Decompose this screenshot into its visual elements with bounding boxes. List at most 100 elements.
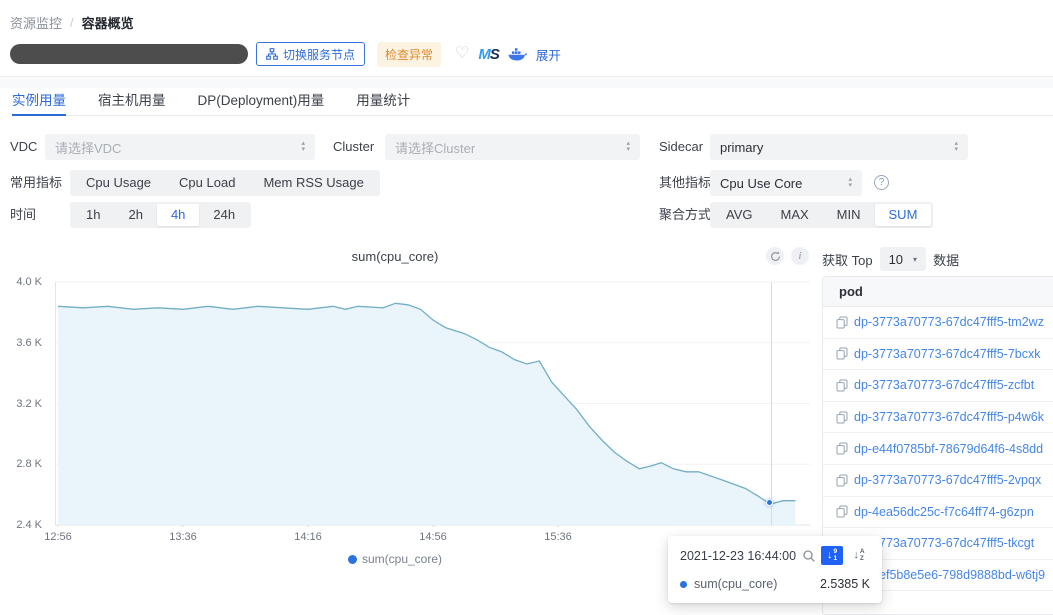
tooltip-series-value: 2.5385 K	[820, 577, 870, 591]
top-fetch-prefix: 获取 Top	[822, 250, 873, 269]
top-count-select[interactable]: 10 ▾	[880, 247, 926, 271]
cpu-core-area-chart[interactable]	[55, 276, 810, 527]
vdc-select[interactable]: 请选择VDC ▴▾	[45, 134, 315, 160]
common-metrics-group: Cpu Usage Cpu Load Mem RSS Usage	[70, 170, 380, 196]
sort-alphabetical-button[interactable]: ↓AZ	[848, 546, 870, 565]
service-name-redacted	[10, 44, 248, 64]
copy-icon[interactable]	[836, 347, 848, 360]
expand-link[interactable]: 展开	[536, 45, 561, 64]
pod-link[interactable]: dp-3773a70773-67dc47fff5-tm2wz	[854, 315, 1044, 329]
agg-min-button[interactable]: MIN	[823, 204, 875, 226]
docker-whale-icon[interactable]	[508, 47, 527, 61]
tab-usage-stats[interactable]: 用量统计	[356, 88, 410, 115]
switch-service-node-label: 切换服务节点	[283, 46, 355, 63]
table-row: dp-3773a70773-67dc47fff5-2vpqx	[823, 465, 1053, 497]
pod-link[interactable]: dp-3773a70773-67dc47fff5-2vpqx	[854, 473, 1041, 487]
stepper-icon: ▴▾	[626, 141, 630, 153]
chart-crosshair-line	[771, 282, 772, 525]
copy-icon[interactable]	[836, 316, 848, 329]
table-row: dp-3773a70773-67dc47fff5-p4w6k	[823, 402, 1053, 434]
refresh-icon[interactable]	[766, 247, 784, 265]
sitemap-icon	[266, 48, 278, 60]
cluster-label: Cluster	[333, 134, 374, 160]
copy-icon[interactable]	[836, 442, 848, 455]
sidecar-select[interactable]: primary ▴▾	[710, 134, 968, 160]
copy-icon[interactable]	[836, 474, 848, 487]
tab-instance-usage[interactable]: 实例用量	[12, 88, 66, 115]
section-divider	[0, 76, 1053, 88]
cluster-select[interactable]: 请选择Cluster ▴▾	[385, 134, 640, 160]
y-axis-tick: 4.0 K	[0, 276, 42, 288]
tab-deployment-usage[interactable]: DP(Deployment)用量	[198, 88, 325, 115]
other-metrics-label: 其他指标	[659, 170, 711, 196]
sort-by-value-button[interactable]: ↓91	[821, 546, 843, 565]
table-row: dp-e44f0785bf-78679d64f6-4s8dd	[823, 433, 1053, 465]
table-row: dp-3773a70773-67dc47fff5-tm2wz	[823, 307, 1053, 339]
pod-link[interactable]: dp-def5b8e5e6-798d9888bd-w6tj9	[854, 568, 1045, 582]
search-icon[interactable]	[802, 549, 816, 563]
info-icon[interactable]: i	[791, 247, 809, 265]
pod-link[interactable]: dp-e44f0785bf-78679d64f6-4s8dd	[854, 442, 1043, 456]
tooltip-series-name: sum(cpu_core)	[694, 577, 777, 591]
breadcrumb: 资源监控 / 容器概览	[10, 13, 134, 32]
ms-logo[interactable]: MS	[478, 46, 499, 63]
pod-link[interactable]: dp-3773a70773-67dc47fff5-zcfbt	[854, 378, 1034, 392]
metric-cpu-load-button[interactable]: Cpu Load	[165, 172, 249, 194]
legend-item-sum-cpu-core[interactable]: sum(cpu_core)	[348, 552, 442, 566]
copy-icon[interactable]	[836, 411, 848, 424]
series-dot	[680, 581, 687, 588]
heart-icon[interactable]: ♡	[455, 46, 469, 62]
time-range-label: 时间	[10, 202, 36, 228]
switch-service-node-button[interactable]: 切换服务节点	[256, 42, 365, 66]
breadcrumb-parent[interactable]: 资源监控	[10, 13, 62, 32]
help-icon[interactable]: ?	[874, 175, 889, 190]
x-axis-tick: 14:16	[286, 531, 330, 543]
time-1h-button[interactable]: 1h	[72, 204, 114, 226]
table-row: dp-3773a70773-67dc47fff5-zcfbt	[823, 370, 1053, 402]
sidecar-label: Sidecar	[659, 134, 703, 160]
agg-sum-button[interactable]: SUM	[875, 204, 932, 226]
other-metrics-select[interactable]: Cpu Use Core ▴▾	[710, 170, 862, 196]
stepper-icon: ▴▾	[301, 141, 305, 153]
y-axis-tick: 2.8 K	[0, 458, 42, 470]
vdc-label: VDC	[10, 134, 37, 160]
common-metrics-label: 常用指标	[10, 170, 62, 196]
pod-column-header: pod	[823, 277, 1053, 307]
tooltip-timestamp: 2021-12-23 16:44:00	[680, 549, 796, 563]
chevron-down-icon: ▾	[913, 255, 917, 264]
pod-link[interactable]: dp-3773a70773-67dc47fff5-7bcxk	[854, 347, 1041, 361]
y-axis-tick: 2.4 K	[0, 519, 42, 531]
check-anomaly-button[interactable]: 检查异常	[377, 42, 441, 67]
copy-icon[interactable]	[836, 505, 848, 518]
time-4h-button[interactable]: 4h	[157, 204, 199, 226]
table-row: dp-3773a70773-67dc47fff5-7bcxk	[823, 339, 1053, 371]
x-axis-tick: 15:36	[536, 531, 580, 543]
breadcrumb-current: 容器概览	[82, 13, 134, 32]
table-row: dp-4ea56dc25c-f7c64ff74-g6zpn	[823, 497, 1053, 529]
legend-dot	[348, 555, 357, 564]
x-axis-tick: 13:36	[161, 531, 205, 543]
time-2h-button[interactable]: 2h	[114, 204, 156, 226]
pod-link[interactable]: dp-3773a70773-67dc47fff5-p4w6k	[854, 410, 1044, 424]
time-24h-button[interactable]: 24h	[199, 204, 249, 226]
tab-host-usage[interactable]: 宿主机用量	[98, 88, 166, 115]
metric-mem-rss-button[interactable]: Mem RSS Usage	[249, 172, 377, 194]
tab-bar: 实例用量 宿主机用量 DP(Deployment)用量 用量统计	[12, 88, 1053, 116]
stepper-icon: ▴▾	[848, 177, 852, 189]
agg-max-button[interactable]: MAX	[767, 204, 823, 226]
breadcrumb-separator: /	[70, 15, 74, 30]
aggregation-group: AVG MAX MIN SUM	[710, 202, 933, 228]
chart-tooltip: 2021-12-23 16:44:00 ↓91 ↓AZ sum(cpu_core…	[668, 536, 882, 603]
x-axis-tick: 14:56	[411, 531, 455, 543]
chart-legend: sum(cpu_core)	[55, 552, 735, 566]
copy-icon[interactable]	[836, 379, 848, 392]
y-axis-tick: 3.6 K	[0, 337, 42, 349]
time-range-group: 1h 2h 4h 24h	[70, 202, 251, 228]
stepper-icon: ▴▾	[954, 141, 958, 153]
metric-cpu-usage-button[interactable]: Cpu Usage	[72, 172, 165, 194]
x-axis-tick: 12:56	[36, 531, 80, 543]
agg-avg-button[interactable]: AVG	[712, 204, 767, 226]
toolbar: 切换服务节点 检查异常 ♡ MS 展开	[10, 41, 561, 67]
chart-title: sum(cpu_core)	[55, 249, 735, 264]
pod-link[interactable]: dp-4ea56dc25c-f7c64ff74-g6zpn	[854, 505, 1034, 519]
